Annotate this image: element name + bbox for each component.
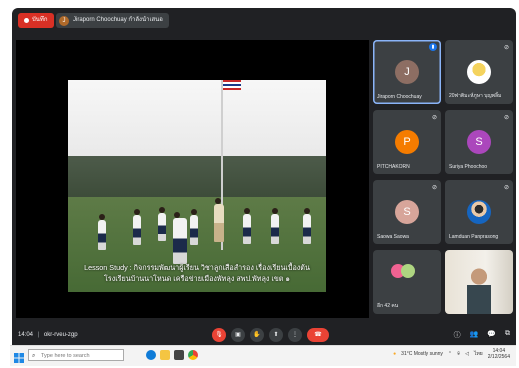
avatar: S	[467, 130, 491, 154]
presenter-pill[interactable]: J Jiraporn Choochuay กำลังนำเสนอ	[56, 13, 169, 28]
participant-name: Suriya Phoochoo	[449, 164, 488, 170]
language-indicator[interactable]: ไทย	[474, 350, 483, 358]
self-camera-tile[interactable]	[445, 250, 513, 314]
more-options-icon[interactable]: ⋮	[288, 328, 302, 342]
participant-name: อีก 42 คน	[377, 303, 399, 309]
participant-grid: ▮ J Jiraporn Choochuay ⊘ 20ฟาติมะห์ภูษา …	[373, 40, 513, 318]
avatar: S	[395, 200, 419, 224]
clock-time: 14:04	[18, 332, 34, 338]
participant-name: Saowa Saowa	[377, 234, 409, 240]
participant-tile[interactable]: ⊘ P PITCHAKORN	[373, 110, 441, 174]
windows-start-icon[interactable]	[14, 350, 24, 363]
student-figure	[271, 208, 279, 244]
network-icon[interactable]: ⌾	[457, 351, 460, 357]
participant-tile-more[interactable]: อีก 42 คน	[373, 250, 441, 314]
file-explorer-icon[interactable]	[160, 350, 170, 360]
student-figure	[173, 212, 187, 264]
windows-taskbar: ⌕ Type here to search ● 31°C Mostly sunn…	[10, 345, 516, 366]
participant-tile[interactable]: ⊘ 20ฟาติมะห์ภูษา บุญพลิ้ม	[445, 40, 513, 104]
mic-off-icon: ⊘	[431, 115, 437, 121]
mic-off-icon: ⊘	[503, 45, 509, 51]
student-figure	[303, 208, 311, 244]
speaking-icon: ▮	[429, 43, 437, 51]
presenter-label: Jiraporn Choochuay กำลังนำเสนอ	[73, 17, 163, 23]
side-controls: ⓘ 👥 💬 ⧉	[454, 330, 510, 340]
participant-tile[interactable]: ⊘ S Suriya Phoochoo	[445, 110, 513, 174]
meeting-code: okr-rveu-zgp	[43, 332, 78, 338]
thai-flag	[223, 80, 241, 90]
meet-window: บันทึก J Jiraporn Choochuay กำลังนำเสนอ …	[12, 8, 516, 352]
taskbar-apps	[146, 350, 198, 360]
recording-badge[interactable]: บันทึก	[18, 13, 54, 28]
participant-name: Jiraporn Choochuay	[377, 94, 422, 100]
chevron-up-icon[interactable]: ⌃	[448, 351, 452, 357]
avatar: J	[395, 60, 419, 84]
tray-date: 2/12/2564	[487, 354, 510, 360]
raise-hand-icon[interactable]: ✋	[250, 328, 264, 342]
record-dot-icon	[24, 18, 29, 23]
activities-icon[interactable]: ⧉	[505, 330, 510, 340]
info-icon[interactable]: ⓘ	[454, 330, 461, 340]
chrome-icon[interactable]	[188, 350, 198, 360]
call-controls: 🎙 ▣ ✋ ⬆ ⋮ ☎	[212, 328, 329, 342]
participant-tile[interactable]: ▮ J Jiraporn Choochuay	[373, 40, 441, 104]
taskbar-search[interactable]: ⌕ Type here to search	[28, 349, 124, 361]
participant-tile[interactable]: ⊘ Lamduan Panprasong	[445, 180, 513, 244]
weather-icon: ●	[393, 351, 397, 357]
mic-off-icon: ⊘	[503, 115, 509, 121]
avatar	[401, 264, 415, 278]
avatar-photo	[467, 200, 491, 224]
people-icon[interactable]: 👥	[470, 330, 479, 340]
meeting-clock: 14:04 | okr-rveu-zgp	[18, 332, 78, 338]
person-figure	[467, 266, 491, 314]
present-icon[interactable]: ⬆	[269, 328, 283, 342]
recording-label: บันทึก	[32, 17, 48, 23]
student-figure	[190, 209, 198, 245]
mic-off-icon: ⊘	[503, 185, 509, 191]
top-bar: บันทึก J Jiraporn Choochuay กำลังนำเสนอ	[12, 8, 516, 34]
presenter-avatar: J	[59, 15, 69, 26]
shared-video: Lesson Study : กิจกรรมพัฒนาผู้เรียน วิชา…	[68, 80, 326, 292]
student-figure	[243, 208, 251, 244]
mic-off-icon: ⊘	[431, 185, 437, 191]
video-caption: Lesson Study : กิจกรรมพัฒนาผู้เรียน วิชา…	[68, 262, 326, 284]
avatar-photo	[467, 60, 491, 84]
volume-icon[interactable]: ◁	[465, 351, 469, 357]
caption-line-1: Lesson Study : กิจกรรมพัฒนาผู้เรียน วิชา…	[84, 263, 310, 272]
participant-name: PITCHAKORN	[377, 164, 410, 170]
participant-name: 20ฟาติมะห์ภูษา บุญพลิ้ม	[449, 93, 502, 99]
participant-name: Lamduan Panprasong	[449, 234, 499, 240]
avatar: P	[395, 130, 419, 154]
system-tray: ● 31°C Mostly sunny ⌃ ⌾ ◁ ไทย 14:04 2/12…	[393, 348, 510, 360]
hang-up-icon[interactable]: ☎	[307, 328, 329, 342]
search-placeholder: Type here to search	[41, 353, 90, 359]
store-icon[interactable]	[174, 350, 184, 360]
student-figure	[98, 214, 106, 250]
camera-off-icon[interactable]: ▣	[231, 328, 245, 342]
grouped-avatars	[391, 264, 415, 278]
student-figure	[158, 207, 166, 241]
mic-off-icon[interactable]: 🎙	[212, 328, 226, 342]
weather-text[interactable]: 31°C Mostly sunny	[401, 351, 443, 357]
teacher-figure	[214, 198, 224, 242]
edge-icon[interactable]	[146, 350, 156, 360]
presentation-stage: Lesson Study : กิจกรรมพัฒนาผู้เรียน วิชา…	[16, 40, 369, 318]
student-figure	[133, 209, 141, 245]
clock-tray[interactable]: 14:04 2/12/2564	[488, 348, 510, 360]
participant-tile[interactable]: ⊘ S Saowa Saowa	[373, 180, 441, 244]
clock-separator: |	[37, 332, 40, 338]
chat-icon[interactable]: 💬	[487, 330, 496, 340]
caption-line-2: โรงเรียนบ้านนาโหนด เครือข่ายเมืองพัทลุง …	[104, 274, 290, 283]
search-icon: ⌕	[32, 353, 36, 359]
